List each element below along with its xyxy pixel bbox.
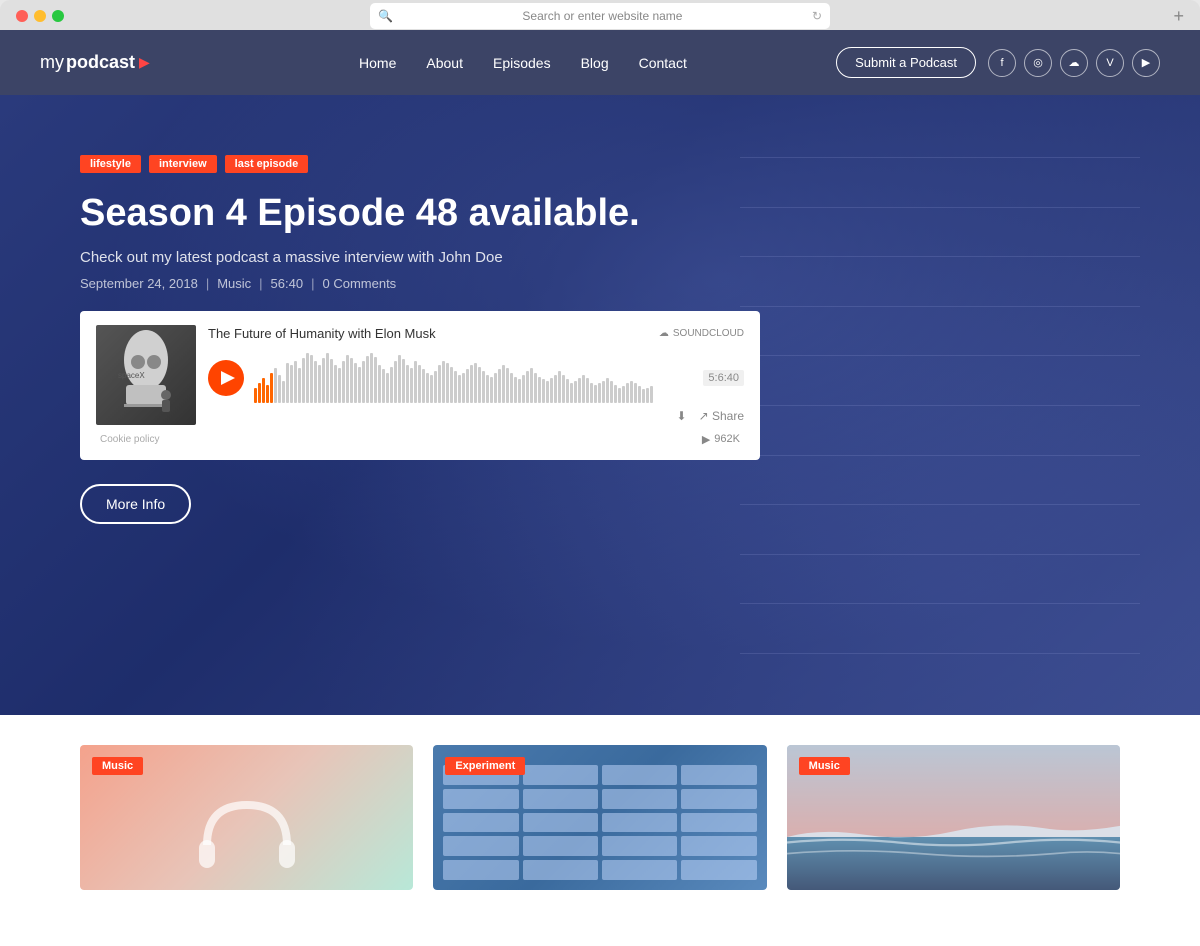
- separator-1: |: [206, 276, 209, 291]
- card-music-1: Music: [80, 745, 413, 890]
- hero-date: September 24, 2018: [80, 276, 198, 291]
- player-duration: 5:6:40: [703, 370, 744, 386]
- submit-podcast-button[interactable]: Submit a Podcast: [836, 47, 976, 78]
- browser-content: my podcast ▶ Home About Episodes Blog Co…: [0, 30, 1200, 946]
- cards-section: Music Experiment: [0, 715, 1200, 946]
- player-title-row: The Future of Humanity with Elon Musk ☁ …: [208, 326, 744, 341]
- browser-window: 🔍 Search or enter website name ↻ + my po…: [0, 0, 1200, 946]
- hero-category: Music: [217, 276, 251, 291]
- nav-contact[interactable]: Contact: [639, 55, 687, 71]
- separator-2: |: [259, 276, 262, 291]
- svg-text:spaceX: spaceX: [118, 371, 145, 380]
- card-badge-music-2: Music: [799, 757, 850, 775]
- logo[interactable]: my podcast ▶: [40, 52, 150, 73]
- hero-comments: 0 Comments: [322, 276, 396, 291]
- nav-right: Submit a Podcast f ◎ ☁ V ▶: [836, 47, 1160, 78]
- separator-3: |: [311, 276, 314, 291]
- cards-grid: Music Experiment: [80, 745, 1120, 890]
- browser-dots: [16, 10, 64, 22]
- player-controls: 5:6:40: [208, 353, 744, 403]
- play-count: ▶ 962K: [702, 433, 740, 446]
- hero-section: lifestyle interview last episode Season …: [0, 95, 1200, 715]
- card-music-2: Music: [787, 745, 1120, 890]
- website: my podcast ▶ Home About Episodes Blog Co…: [0, 30, 1200, 946]
- search-icon: 🔍: [378, 9, 393, 23]
- player-actions: ⬇ ↗ Share: [677, 409, 744, 423]
- minimize-dot[interactable]: [34, 10, 46, 22]
- hero-title: Season 4 Episode 48 available.: [80, 191, 760, 237]
- player-thumbnail: spaceX: [96, 325, 196, 425]
- close-dot[interactable]: [16, 10, 28, 22]
- facebook-icon[interactable]: f: [988, 49, 1016, 77]
- soundcloud-logo: ☁ SOUNDCLOUD: [659, 328, 744, 339]
- navbar: my podcast ▶ Home About Episodes Blog Co…: [0, 30, 1200, 95]
- play-count-value: 962K: [714, 433, 740, 445]
- thumb-inner: spaceX: [96, 325, 196, 425]
- soundcloud-label: SOUNDCLOUD: [673, 328, 744, 339]
- more-info-button[interactable]: More Info: [80, 484, 191, 524]
- nav-links: Home About Episodes Blog Contact: [210, 55, 836, 71]
- logo-my: my: [40, 52, 64, 73]
- hero-subtitle: Check out my latest podcast a massive in…: [80, 249, 760, 266]
- card-visual-headphone: [187, 785, 307, 890]
- spacex-capsule-icon: spaceX: [106, 330, 186, 420]
- new-tab-icon[interactable]: +: [1173, 6, 1184, 27]
- hero-meta: September 24, 2018 | Music | 56:40 | 0 C…: [80, 276, 760, 291]
- player-track-title: The Future of Humanity with Elon Musk: [208, 326, 436, 341]
- cookie-policy[interactable]: Cookie policy: [100, 434, 159, 445]
- social-icons: f ◎ ☁ V ▶: [988, 49, 1160, 77]
- nav-blog[interactable]: Blog: [581, 55, 609, 71]
- play-button[interactable]: [208, 360, 244, 396]
- soundcloud-player: spaceX: [80, 311, 760, 460]
- soundcloud-icon[interactable]: ☁: [1060, 49, 1088, 77]
- browser-titlebar: 🔍 Search or enter website name ↻ +: [0, 10, 1200, 30]
- play-triangle-icon: [221, 371, 235, 385]
- nav-home[interactable]: Home: [359, 55, 396, 71]
- player-bottom: ⬇ ↗ Share: [208, 409, 744, 423]
- card-badge-experiment: Experiment: [445, 757, 525, 775]
- share-action[interactable]: ↗ Share: [699, 409, 744, 423]
- tag-last-episode: last episode: [225, 155, 309, 173]
- waveform: [254, 353, 693, 403]
- nav-about[interactable]: About: [426, 55, 463, 71]
- address-bar[interactable]: 🔍 Search or enter website name ↻: [370, 3, 830, 29]
- vimeo-icon[interactable]: V: [1096, 49, 1124, 77]
- card-badge-music-1: Music: [92, 757, 143, 775]
- youtube-icon[interactable]: ▶: [1132, 49, 1160, 77]
- logo-arrow-icon: ▶: [139, 54, 150, 71]
- instagram-icon[interactable]: ◎: [1024, 49, 1052, 77]
- tag-lifestyle: lifestyle: [80, 155, 141, 173]
- reload-icon[interactable]: ↻: [812, 9, 822, 23]
- card-experiment: Experiment: [433, 745, 766, 890]
- soundcloud-cloud-icon: ☁: [659, 328, 669, 339]
- maximize-dot[interactable]: [52, 10, 64, 22]
- play-icon: ▶: [702, 433, 710, 446]
- hero-duration: 56:40: [271, 276, 304, 291]
- logo-podcast: podcast: [66, 52, 135, 73]
- hero-stairs-decoration: [740, 95, 1140, 715]
- headphone-icon: [187, 785, 307, 885]
- hero-tags: lifestyle interview last episode: [80, 155, 760, 173]
- nav-episodes[interactable]: Episodes: [493, 55, 551, 71]
- hero-content: lifestyle interview last episode Season …: [80, 155, 760, 524]
- tag-interview: interview: [149, 155, 217, 173]
- address-text: Search or enter website name: [399, 9, 806, 23]
- download-action[interactable]: ⬇: [677, 409, 687, 423]
- player-top: spaceX: [96, 325, 744, 425]
